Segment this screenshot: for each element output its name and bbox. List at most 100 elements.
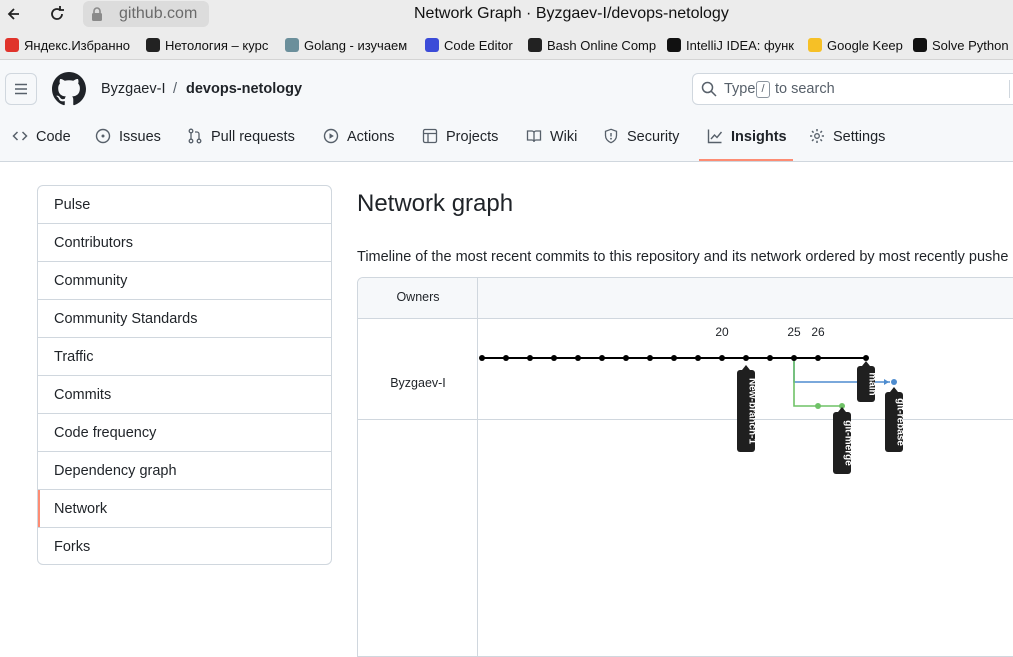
lock-icon bbox=[91, 6, 103, 22]
search-divider bbox=[1009, 80, 1010, 98]
commit-dot[interactable] bbox=[527, 355, 533, 361]
branch-tag[interactable]: main bbox=[857, 361, 878, 402]
search-placeholder-start: Type bbox=[724, 81, 756, 97]
tab-label: Pull requests bbox=[211, 129, 295, 145]
graph-lines bbox=[482, 357, 890, 407]
url-text: github.com bbox=[119, 5, 198, 22]
tab-actions[interactable]: Actions bbox=[323, 117, 395, 157]
bookmark-favicon-icon bbox=[913, 38, 927, 52]
commit-dot[interactable] bbox=[815, 355, 821, 361]
bookmark-item[interactable]: Bash Online Comp bbox=[528, 37, 656, 55]
bookmark-label: IntelliJ IDEA: функ bbox=[686, 38, 794, 53]
insights-sidebar: Pulse Contributors Community Community Stan… bbox=[37, 185, 332, 565]
tab-issues[interactable]: Issues bbox=[95, 117, 161, 157]
tab-pull-requests[interactable]: Pull requests bbox=[187, 117, 295, 157]
rebase-arrow-icon bbox=[884, 379, 889, 385]
branch-tag-pointer bbox=[742, 365, 750, 370]
reload-icon[interactable] bbox=[46, 3, 68, 25]
tab-insights[interactable]: Insights bbox=[707, 117, 787, 157]
branch-tag-label: main bbox=[867, 372, 878, 395]
search-input[interactable]: Type / to search bbox=[692, 73, 1013, 105]
bookmark-favicon-icon bbox=[808, 38, 822, 52]
branch-tag[interactable]: git-rebase bbox=[885, 387, 906, 452]
commit-dot[interactable] bbox=[671, 355, 677, 361]
bookmark-item[interactable]: Google Keep bbox=[808, 37, 903, 55]
sidebar-item-contributors[interactable]: Contributors bbox=[38, 224, 331, 262]
owners-header: Owners bbox=[396, 290, 440, 304]
branch-tag-pointer bbox=[862, 361, 870, 366]
bookmark-favicon-icon bbox=[528, 38, 542, 52]
branch-tag[interactable]: git-merge bbox=[833, 407, 854, 474]
commit-dot[interactable] bbox=[503, 355, 509, 361]
sidebar-item-network[interactable]: Network bbox=[38, 490, 331, 528]
bookmark-item[interactable]: Code Editor bbox=[425, 37, 513, 55]
sidebar-item-pulse[interactable]: Pulse bbox=[38, 186, 331, 224]
tab-security[interactable]: Security bbox=[603, 117, 679, 157]
commit-dot[interactable] bbox=[695, 355, 701, 361]
commit-dot[interactable] bbox=[623, 355, 629, 361]
breadcrumb-separator: / bbox=[173, 81, 178, 97]
commit-dot[interactable] bbox=[815, 403, 821, 409]
sidebar-item-code-frequency[interactable]: Code frequency bbox=[38, 414, 331, 452]
tab-settings[interactable]: Settings bbox=[809, 117, 885, 157]
branch-tag-pointer bbox=[838, 407, 846, 412]
commit-dot[interactable] bbox=[599, 355, 605, 361]
bookmark-item[interactable]: Нетология – курс bbox=[146, 37, 268, 55]
sidebar-item-commits[interactable]: Commits bbox=[38, 376, 331, 414]
bookmark-item[interactable]: Яндекс.Избранно bbox=[5, 37, 130, 55]
hamburger-icon bbox=[13, 83, 29, 100]
bookmark-favicon-icon bbox=[425, 38, 439, 52]
browser-toolbar: github.com Network Graph · Byzgaev-I/dev… bbox=[0, 0, 1013, 32]
page-description: Timeline of the most recent commits to t… bbox=[357, 249, 1009, 265]
tab-projects[interactable]: Projects bbox=[422, 117, 498, 157]
commit-dot[interactable] bbox=[551, 355, 557, 361]
bookmark-label: Google Keep bbox=[827, 38, 903, 53]
table-icon bbox=[422, 128, 446, 145]
tab-label: Settings bbox=[833, 129, 886, 145]
play-icon bbox=[323, 128, 347, 145]
bookmark-label: Bash Online Comp bbox=[547, 38, 657, 53]
sidebar-item-community[interactable]: Community bbox=[38, 262, 331, 300]
graph-icon bbox=[707, 129, 731, 145]
bookmark-label: Golang - изучаем bbox=[304, 38, 408, 53]
sidebar-item-forks[interactable]: Forks bbox=[38, 528, 331, 564]
repo-name-link[interactable]: devops-netology bbox=[186, 80, 302, 98]
bookmark-favicon-icon bbox=[5, 38, 19, 52]
shield-icon bbox=[603, 128, 627, 145]
bookmark-item[interactable]: IntelliJ IDEA: функ bbox=[667, 37, 794, 55]
page-title: Network graph bbox=[357, 190, 514, 217]
header-divider-tick bbox=[477, 288, 478, 308]
tab-label: Code bbox=[36, 129, 71, 145]
bookmark-item[interactable]: Solve Python bbox=[913, 37, 1009, 55]
window-title: Network Graph · Byzgaev-I/devops-netolog… bbox=[414, 5, 729, 22]
commit-dot[interactable] bbox=[479, 355, 485, 361]
commit-dot[interactable] bbox=[767, 355, 773, 361]
back-icon[interactable] bbox=[4, 4, 24, 24]
commit-dot[interactable] bbox=[719, 355, 725, 361]
tab-code[interactable]: Code bbox=[12, 117, 71, 157]
search-placeholder-end: to search bbox=[775, 81, 835, 97]
commit-dot[interactable] bbox=[647, 355, 653, 361]
repo-owner-link[interactable]: Byzgaev-I bbox=[101, 80, 165, 98]
branch-tag[interactable]: New-branch-1 bbox=[737, 365, 758, 452]
search-icon bbox=[701, 81, 717, 97]
tab-wiki[interactable]: Wiki bbox=[526, 117, 577, 157]
tab-label: Actions bbox=[347, 129, 395, 145]
branch-tag-label: New-branch-1 bbox=[747, 378, 758, 445]
github-logo-icon[interactable] bbox=[52, 72, 86, 106]
sidebar-item-traffic[interactable]: Traffic bbox=[38, 338, 331, 376]
bookmark-label: Нетология – курс bbox=[165, 38, 269, 53]
address-bar[interactable]: github.com bbox=[83, 1, 209, 27]
commit-dot[interactable] bbox=[575, 355, 581, 361]
graph-labels: 20 25 26 New-branch-1 main git-merge git-rebas… bbox=[715, 325, 906, 474]
bookmark-item[interactable]: Golang - изучаем bbox=[285, 37, 407, 55]
menu-button[interactable] bbox=[5, 73, 37, 105]
sidebar-item-dependency-graph[interactable]: Dependency graph bbox=[38, 452, 331, 490]
commit-dot[interactable] bbox=[891, 379, 897, 385]
commit-dot[interactable] bbox=[743, 355, 749, 361]
tab-label: Projects bbox=[446, 129, 499, 145]
commit-dot[interactable] bbox=[863, 355, 869, 361]
sidebar-item-community-standards[interactable]: Community Standards bbox=[38, 300, 331, 338]
date-label: 26 bbox=[811, 325, 825, 339]
commit-dot[interactable] bbox=[791, 355, 797, 361]
